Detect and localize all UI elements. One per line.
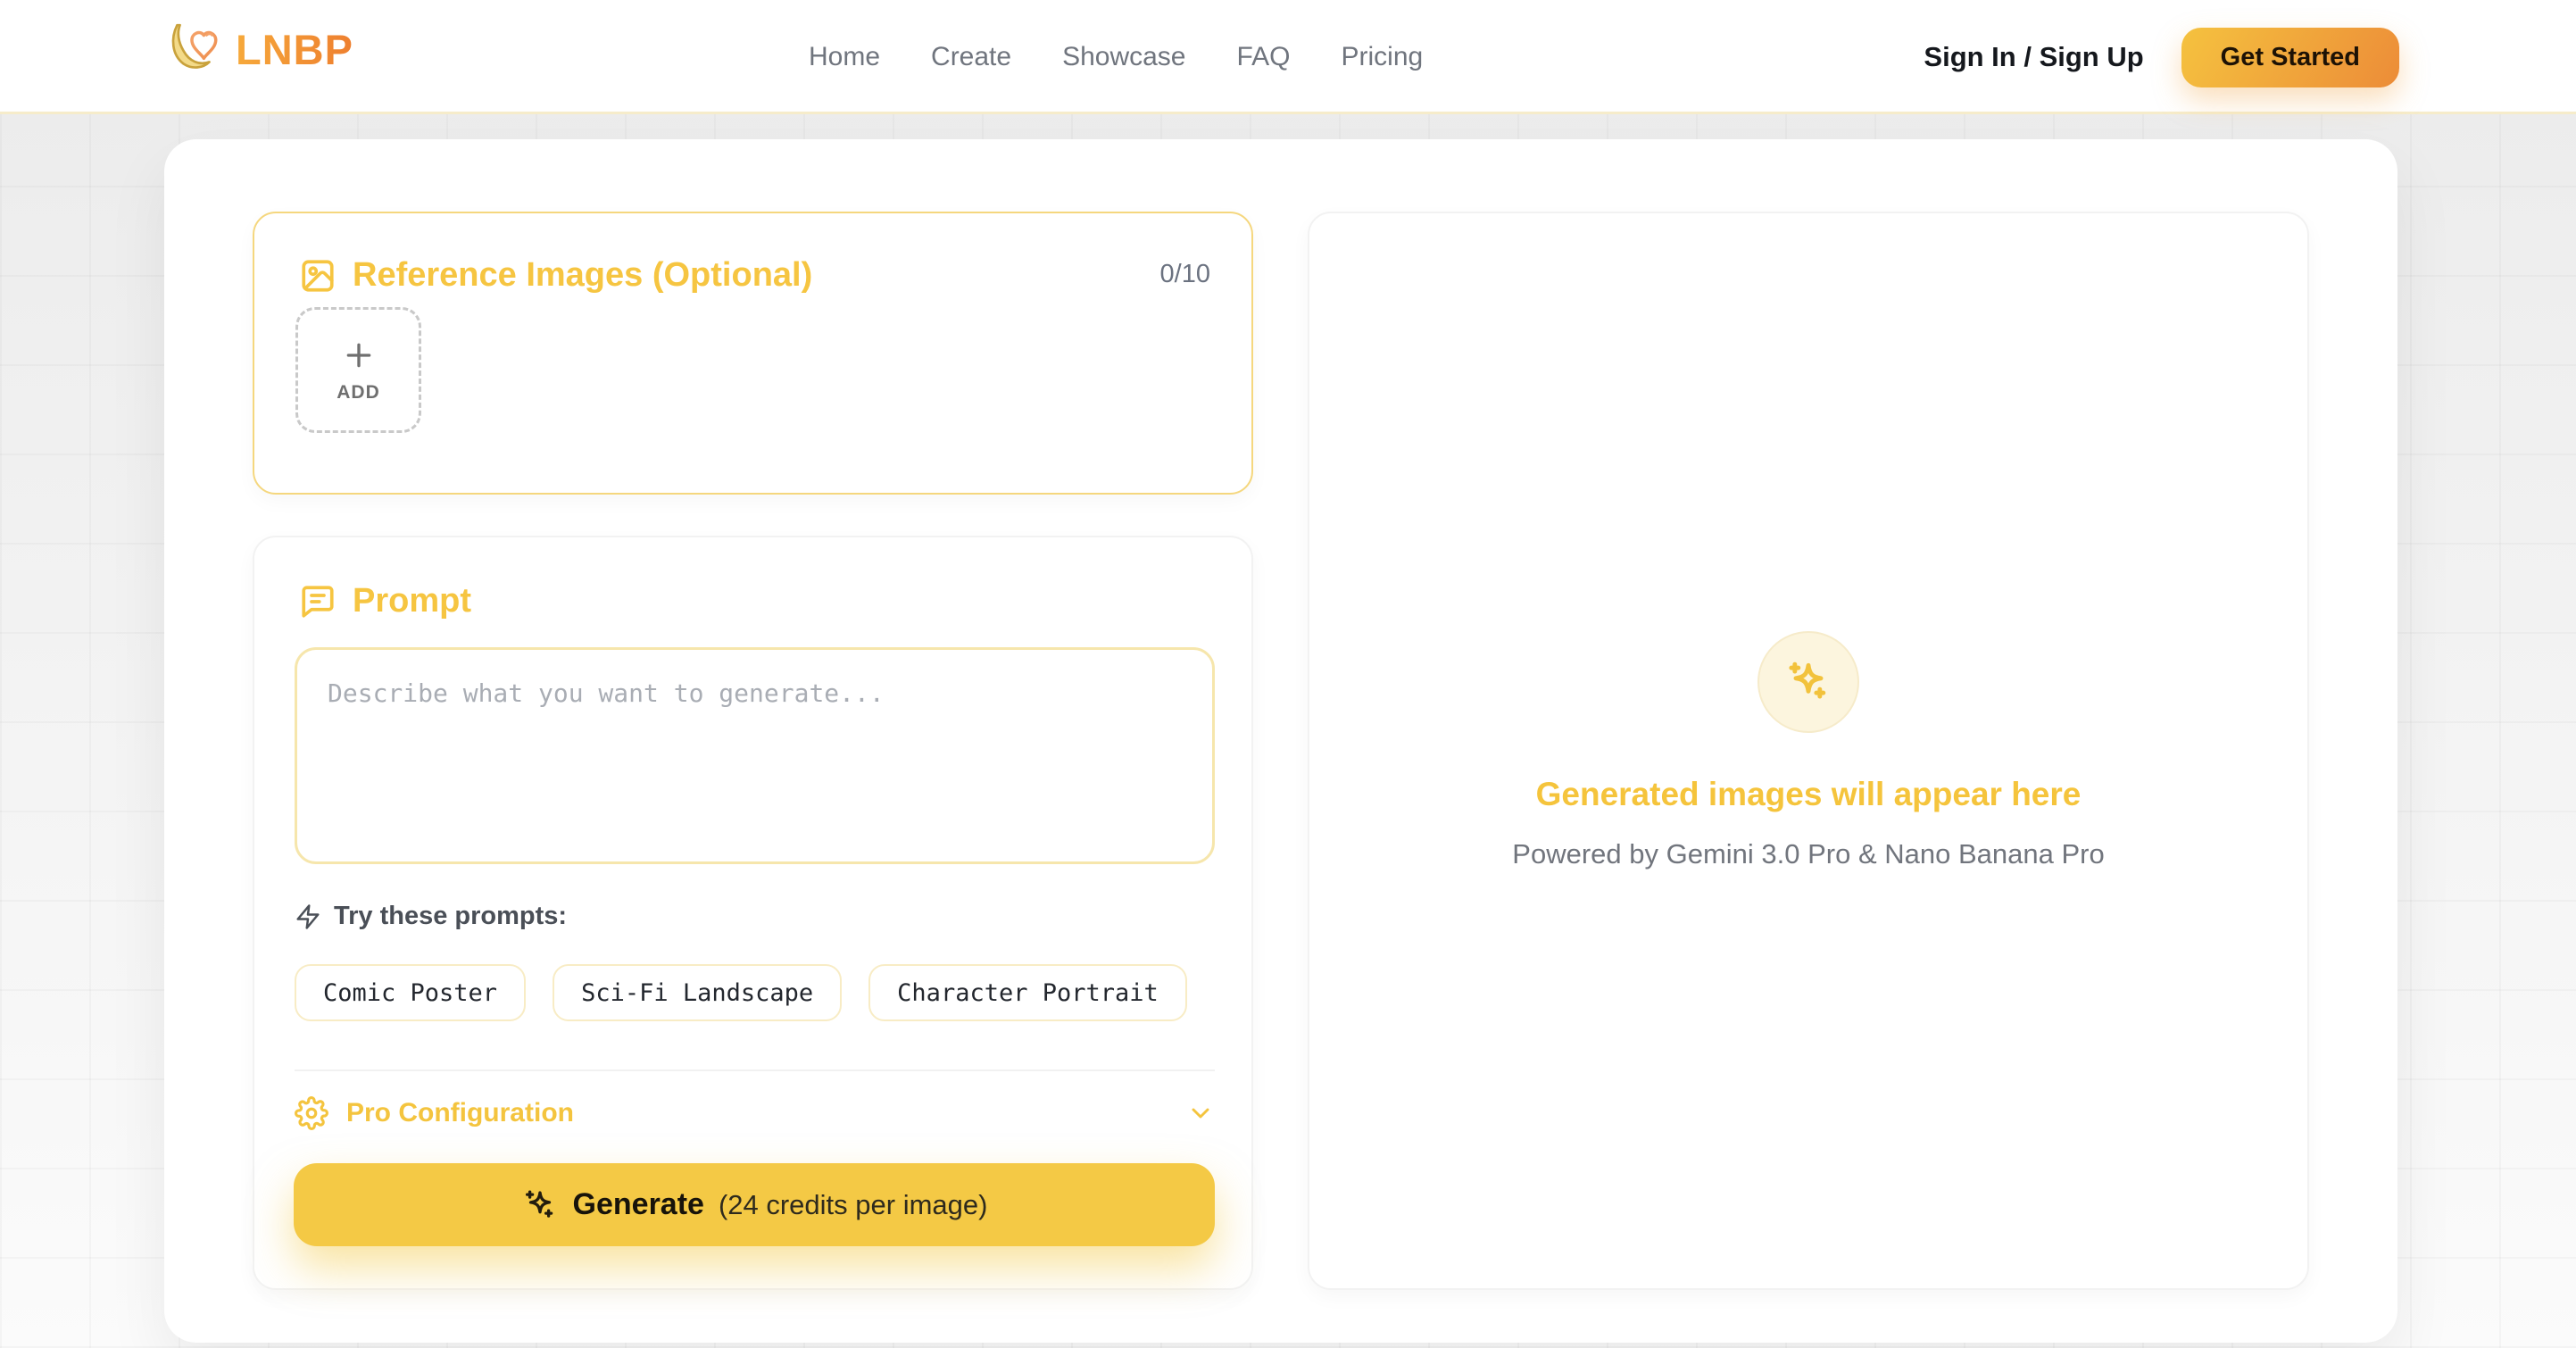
nav-item-faq[interactable]: FAQ xyxy=(1237,42,1291,72)
generation-preview-card: Generated images will appear here Powere… xyxy=(1308,212,2309,1290)
prompt-chip-scifi-landscape[interactable]: Sci-Fi Landscape xyxy=(553,964,842,1021)
sign-in-link[interactable]: Sign In / Sign Up xyxy=(1924,41,2143,73)
reference-images-card: Reference Images (Optional) 0/10 ADD xyxy=(253,212,1253,495)
nav-item-showcase[interactable]: Showcase xyxy=(1062,42,1185,72)
message-bubble-icon xyxy=(299,583,337,620)
prompt-input[interactable] xyxy=(295,647,1215,864)
generate-button[interactable]: Generate (24 credits per image) xyxy=(294,1163,1215,1246)
pro-configuration-label: Pro Configuration xyxy=(346,1098,574,1128)
lightning-bolt-icon xyxy=(295,903,321,930)
image-icon xyxy=(299,257,337,295)
reference-images-header: Reference Images (Optional) xyxy=(299,256,812,295)
main-nav: Home Create Showcase FAQ Pricing xyxy=(809,0,1423,114)
try-prompts-label: Try these prompts: xyxy=(334,902,567,931)
brand-name: LNBP xyxy=(236,25,353,74)
banana-heart-logo-icon xyxy=(164,20,223,79)
pro-configuration-toggle[interactable]: Pro Configuration xyxy=(295,1089,1215,1137)
prompt-chip-comic-poster[interactable]: Comic Poster xyxy=(295,964,526,1021)
reference-counter: 0/10 xyxy=(1160,260,1210,289)
preview-subtitle: Powered by Gemini 3.0 Pro & Nano Banana … xyxy=(1512,838,2104,870)
nav-item-create[interactable]: Create xyxy=(931,42,1011,72)
main-content-panel: Reference Images (Optional) 0/10 ADD Pro… xyxy=(164,139,2397,1343)
nav-item-home[interactable]: Home xyxy=(809,42,880,72)
get-started-button[interactable]: Get Started xyxy=(2181,28,2399,87)
add-label: ADD xyxy=(337,382,380,404)
add-reference-image-button[interactable]: ADD xyxy=(295,307,421,433)
generate-credits: (24 credits per image) xyxy=(719,1189,988,1221)
brand-logo[interactable]: LNBP xyxy=(164,20,353,79)
nav-item-pricing[interactable]: Pricing xyxy=(1342,42,1424,72)
navbar-right: Sign In / Sign Up Get Started xyxy=(1924,0,2399,114)
navbar: LNBP Home Create Showcase FAQ Pricing Si… xyxy=(0,0,2576,114)
preview-title: Generated images will appear here xyxy=(1536,776,2082,813)
reference-images-title: Reference Images (Optional) xyxy=(353,256,812,295)
prompt-card: Prompt Try these prompts: Comic Poster S… xyxy=(253,536,1253,1290)
prompt-title: Prompt xyxy=(353,582,471,620)
plus-icon xyxy=(341,337,377,373)
gear-icon xyxy=(295,1096,328,1130)
divider xyxy=(295,1069,1215,1071)
sparkles-icon xyxy=(1783,657,1833,707)
chevron-down-icon xyxy=(1186,1099,1215,1127)
prompt-chips: Comic Poster Sci-Fi Landscape Character … xyxy=(295,964,1187,1021)
prompt-header: Prompt xyxy=(299,582,471,620)
prompt-chip-character-portrait[interactable]: Character Portrait xyxy=(868,964,1187,1021)
preview-icon-circle xyxy=(1757,631,1859,733)
try-prompts-row: Try these prompts: xyxy=(295,902,567,931)
sparkles-icon xyxy=(521,1186,559,1224)
generate-label: Generate xyxy=(573,1187,704,1222)
